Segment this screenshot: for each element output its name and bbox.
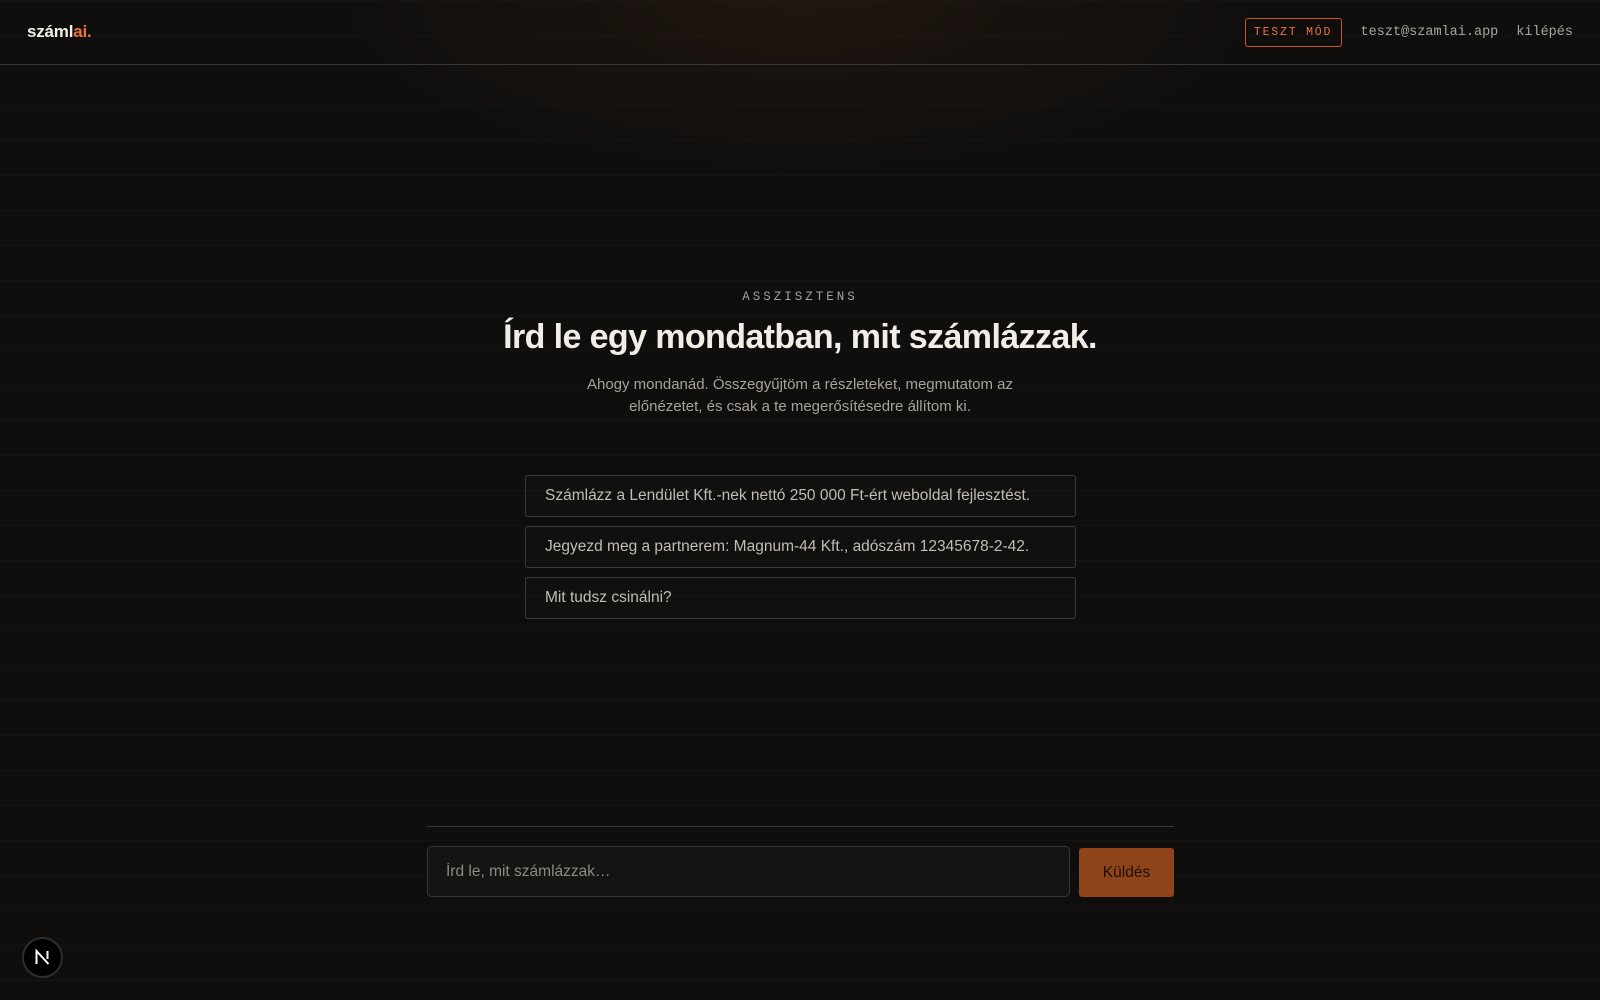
logout-link[interactable]: kilépés (1516, 25, 1573, 40)
header-actions: TESZT MÓD teszt@szamlai.app kilépés (1244, 17, 1573, 47)
logo-accent-text: ai. (73, 22, 92, 41)
test-mode-badge: TESZT MÓD (1244, 17, 1342, 47)
page-subtitle: Ahogy mondanád. Összegyűjtöm a részletek… (586, 376, 1014, 415)
message-input[interactable] (427, 846, 1070, 897)
top-bar: számlai. TESZT MÓD teszt@szamlai.app kil… (0, 0, 1600, 65)
suggestion-chip[interactable]: Mit tudsz csinálni? (525, 577, 1076, 619)
suggestion-chip[interactable]: Számlázz a Lendület Kft.-nek nettó 250 0… (525, 475, 1076, 517)
composer-divider (427, 826, 1174, 827)
page-title: Írd le egy mondatban, mit számlázzak. (503, 318, 1097, 356)
user-email: teszt@szamlai.app (1360, 24, 1499, 40)
section-eyebrow: ASSZISZTENS (742, 290, 858, 304)
suggestion-list: Számlázz a Lendület Kft.-nek nettó 250 0… (525, 475, 1076, 628)
send-button[interactable]: Küldés (1079, 848, 1174, 897)
brand-logo[interactable]: számlai. (27, 22, 92, 42)
suggestion-chip[interactable]: Jegyezd meg a partnerem: Magnum-44 Kft.,… (525, 526, 1076, 568)
assistant-page: számlai. TESZT MÓD teszt@szamlai.app kil… (0, 0, 1600, 1000)
n-letter-icon (35, 949, 50, 965)
logo-main-text: száml (27, 22, 74, 41)
nextjs-logo-icon[interactable] (22, 937, 63, 978)
